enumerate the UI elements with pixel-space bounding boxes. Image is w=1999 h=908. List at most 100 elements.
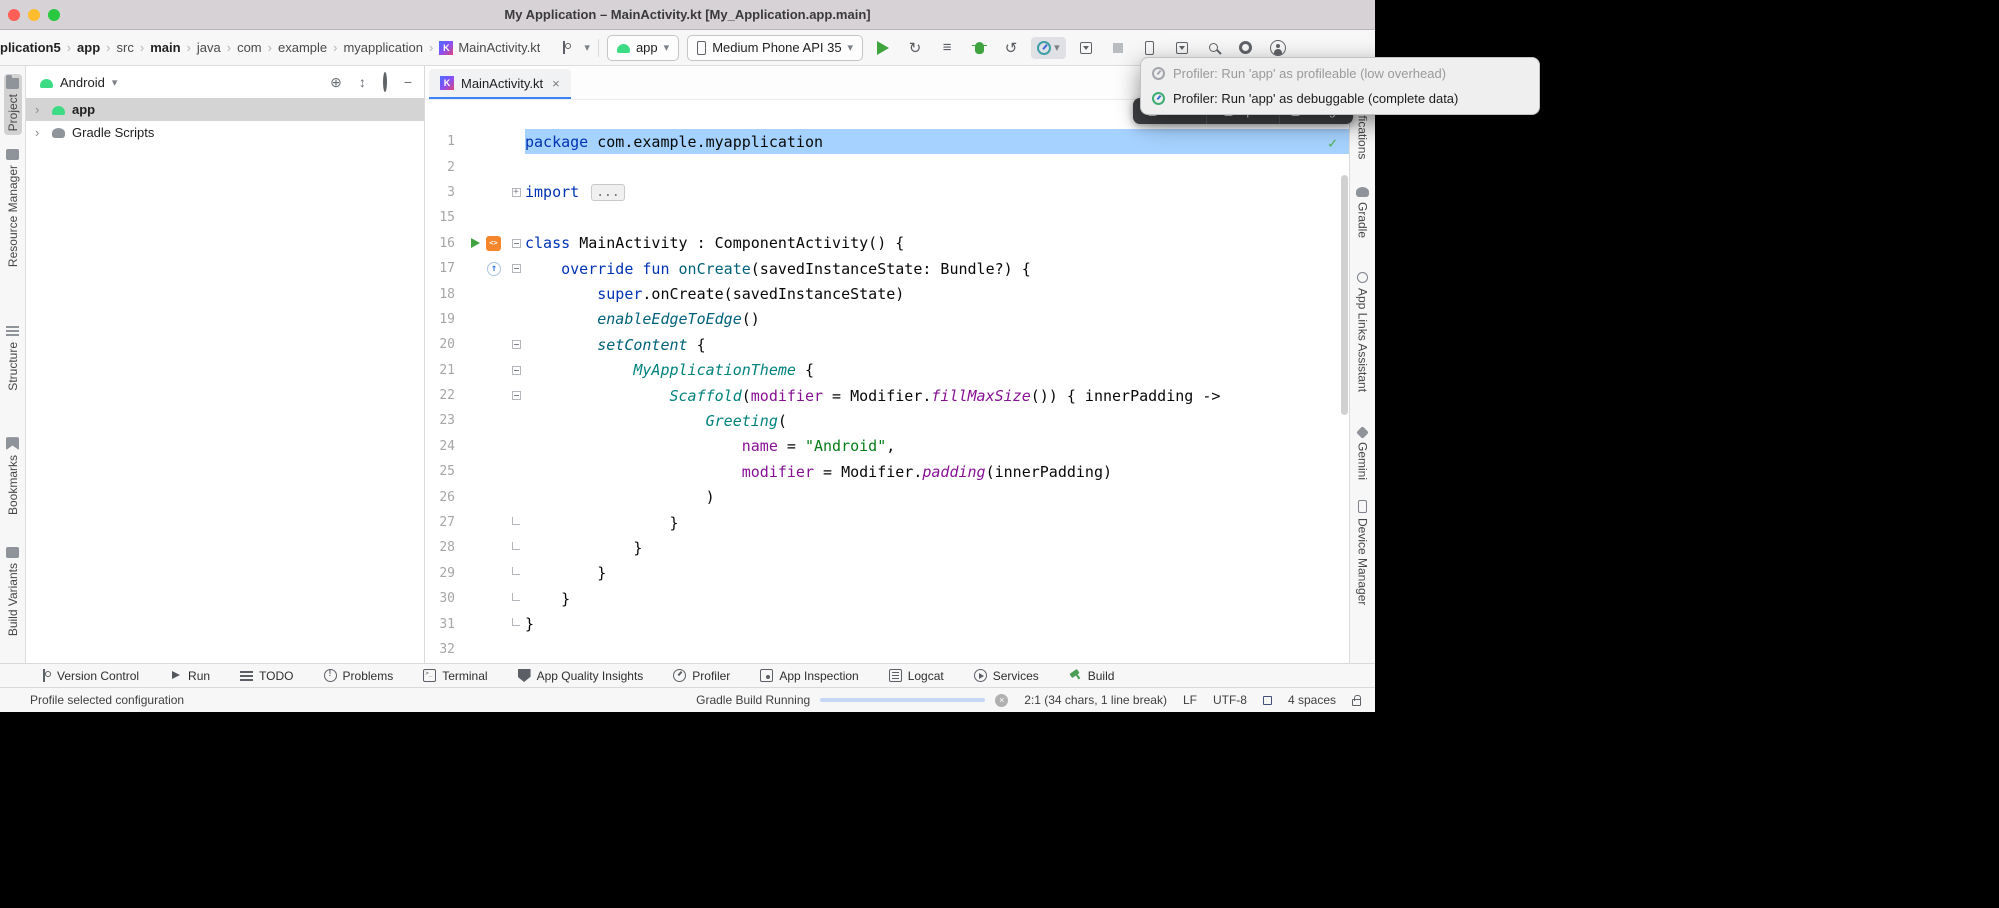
sdk-manager-button[interactable] — [1170, 36, 1194, 60]
apply-code-changes-button[interactable]: ↺ — [999, 36, 1023, 60]
code-text[interactable]: import ... — [525, 180, 1349, 205]
code-line-1[interactable]: 1package com.example.myapplication — [425, 129, 1349, 154]
fold-end-icon[interactable] — [512, 567, 520, 575]
code-line-21[interactable]: 21 MyApplicationTheme { — [425, 358, 1349, 383]
rerun-button[interactable]: ↻ — [903, 36, 927, 60]
fold-column[interactable] — [507, 535, 525, 560]
breadcrumb-item-example[interactable]: example — [278, 40, 327, 55]
fold-end-icon[interactable] — [512, 542, 520, 550]
inspections-check-icon[interactable]: ✓ — [1328, 134, 1337, 152]
tool-window-button-bookmarks[interactable]: Bookmarks — [4, 433, 22, 519]
tree-item-gradle-scripts[interactable]: ›Gradle Scripts — [26, 121, 424, 144]
tool-window-button-app-quality-insights[interactable]: App Quality Insights — [518, 669, 644, 683]
tree-item-app[interactable]: ›app — [26, 98, 424, 121]
code-line-25[interactable]: 25 modifier = Modifier.padding(innerPadd… — [425, 459, 1349, 484]
expand-chevron-icon[interactable]: › — [35, 125, 45, 140]
settings-button[interactable] — [1234, 36, 1258, 60]
vcs-chevron-down-icon[interactable]: ▾ — [584, 41, 590, 54]
breadcrumb-item-java[interactable]: java — [197, 40, 221, 55]
stop-button[interactable] — [1106, 36, 1130, 60]
code-line-22[interactable]: 22 Scaffold(modifier = Modifier.fillMaxS… — [425, 383, 1349, 408]
code-line-16[interactable]: 16<>class MainActivity : ComponentActivi… — [425, 231, 1349, 256]
vcs-widget-button[interactable] — [552, 36, 576, 60]
code-text[interactable] — [525, 154, 1349, 179]
code-line-19[interactable]: 19 enableEdgeToEdge() — [425, 307, 1349, 332]
indent-widget[interactable]: 4 spaces — [1288, 693, 1336, 707]
code-line-17[interactable]: 17↑ override fun onCreate(savedInstanceS… — [425, 256, 1349, 281]
code-line-23[interactable]: 23 Greeting( — [425, 408, 1349, 433]
debug-button[interactable] — [967, 36, 991, 60]
code-line-29[interactable]: 29 } — [425, 561, 1349, 586]
compose-preview-gutter-icon[interactable]: <> — [486, 236, 501, 251]
fold-column[interactable] — [507, 561, 525, 586]
breadcrumb-item-src[interactable]: src — [117, 40, 134, 55]
popup-item-debuggable[interactable]: Profiler: Run 'app' as debuggable (compl… — [1144, 86, 1536, 111]
fold-minus-icon[interactable] — [512, 239, 521, 248]
expand-collapse-button[interactable]: ↕ — [359, 74, 366, 90]
run-button[interactable] — [871, 36, 895, 60]
fold-plus-icon[interactable]: + — [512, 188, 521, 197]
tool-window-button-app-inspection[interactable]: App Inspection — [760, 669, 858, 683]
fold-minus-icon[interactable] — [512, 340, 521, 349]
line-separator-widget[interactable]: LF — [1183, 693, 1197, 707]
account-button[interactable] — [1266, 36, 1290, 60]
code-text[interactable]: name = "Android", — [525, 434, 1349, 459]
readonly-lock-icon[interactable] — [1352, 699, 1361, 706]
code-text[interactable]: ) — [525, 484, 1349, 509]
tool-window-button-terminal[interactable]: Terminal — [423, 669, 487, 683]
encoding-widget[interactable]: UTF-8 — [1213, 693, 1247, 707]
code-line-20[interactable]: 20 setContent { — [425, 332, 1349, 357]
fold-column[interactable] — [507, 510, 525, 535]
fold-column[interactable] — [507, 611, 525, 636]
tool-window-button-structure[interactable]: Structure — [4, 321, 22, 395]
code-line-18[interactable]: 18 super.onCreate(savedInstanceState) — [425, 281, 1349, 306]
tool-window-button-device-manager[interactable]: Device Manager — [1354, 496, 1372, 609]
fold-column[interactable] — [507, 383, 525, 408]
tool-window-button-services[interactable]: Services — [974, 669, 1039, 683]
fold-end-icon[interactable] — [512, 593, 520, 601]
breadcrumb-item-main[interactable]: main — [150, 40, 180, 55]
fold-column[interactable]: + — [507, 180, 525, 205]
code-editor[interactable]: 1package com.example.myapplication23+imp… — [425, 100, 1349, 663]
breadcrumb-item-mainactivity-kt[interactable]: MainActivity.kt — [458, 40, 540, 55]
fold-column[interactable] — [507, 332, 525, 357]
hide-panel-button[interactable]: − — [404, 74, 412, 90]
tool-window-button-gemini[interactable]: Gemini — [1354, 424, 1372, 484]
code-text[interactable] — [525, 637, 1349, 662]
fold-column[interactable] — [507, 231, 525, 256]
close-tab-icon[interactable]: × — [552, 76, 560, 91]
locate-file-button[interactable]: ⊕ — [330, 74, 342, 91]
tool-window-button-gradle[interactable]: Gradle — [1354, 183, 1372, 242]
tool-window-button-logcat[interactable]: Logcat — [889, 669, 944, 683]
code-text[interactable]: Greeting( — [525, 408, 1349, 433]
code-text[interactable]: setContent { — [525, 332, 1349, 357]
tool-window-button-build[interactable]: Build — [1069, 669, 1115, 683]
code-line-32[interactable]: 32 — [425, 637, 1349, 662]
profiler-button[interactable]: ▾ — [1031, 37, 1066, 59]
code-text[interactable] — [525, 205, 1349, 230]
fold-minus-icon[interactable] — [512, 264, 521, 273]
panel-options-button[interactable] — [383, 74, 387, 90]
code-line-24[interactable]: 24 name = "Android", — [425, 434, 1349, 459]
fold-column[interactable] — [507, 358, 525, 383]
code-line-28[interactable]: 28 } — [425, 535, 1349, 560]
code-text[interactable]: class MainActivity : ComponentActivity()… — [525, 231, 1349, 256]
indent-style-icon[interactable] — [1263, 696, 1272, 705]
editor-scrollbar[interactable] — [1341, 175, 1348, 415]
breadcrumb-item-myapplication[interactable]: myapplication — [343, 40, 423, 55]
apply-changes-button[interactable]: ≡ — [935, 36, 959, 60]
fold-end-icon[interactable] — [512, 517, 520, 525]
popup-item-profileable[interactable]: Profiler: Run 'app' as profileable (low … — [1144, 61, 1536, 86]
fold-column[interactable] — [507, 586, 525, 611]
code-line-3[interactable]: 3+import ... — [425, 180, 1349, 205]
run-configuration-select[interactable]: app ▾ — [607, 35, 679, 61]
device-manager-button[interactable] — [1138, 36, 1162, 60]
code-text[interactable]: super.onCreate(savedInstanceState) — [525, 281, 1349, 306]
search-everywhere-button[interactable] — [1202, 36, 1226, 60]
code-line-26[interactable]: 26 ) — [425, 484, 1349, 509]
fold-column[interactable] — [507, 256, 525, 281]
code-text[interactable]: MyApplicationTheme { — [525, 358, 1349, 383]
code-text[interactable]: } — [525, 611, 1349, 636]
tool-window-button-build-variants[interactable]: Build Variants — [4, 543, 22, 640]
code-text[interactable]: enableEdgeToEdge() — [525, 307, 1349, 332]
